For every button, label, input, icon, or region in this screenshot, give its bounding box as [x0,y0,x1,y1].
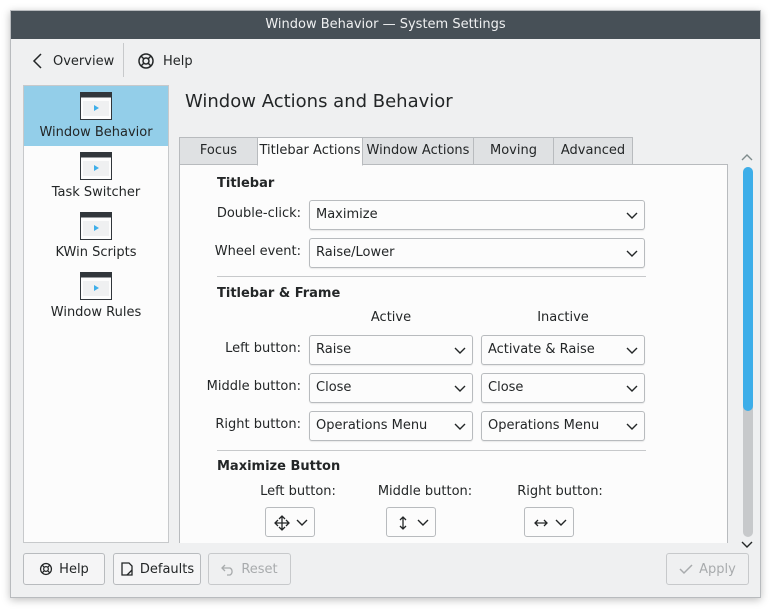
button-bar: Help Defaults Reset Apply [11,547,760,597]
lifebuoy-icon [138,53,154,69]
reset-button-label: Reset [241,561,278,577]
window-icon [80,272,112,300]
left-inactive-value: Activate & Raise [488,342,595,357]
apply-button[interactable]: Apply [666,553,749,585]
sidebar-item-label: Task Switcher [51,185,141,200]
window-icon [80,212,112,240]
window-title: Window Behavior — System Settings [265,17,506,32]
active-column-header: Active [370,310,412,325]
maximize-left-label: Left button: [260,484,336,499]
chevron-down-icon [626,212,638,219]
middle-button-active-select[interactable]: Close [309,373,473,403]
chevron-down-icon [626,385,638,392]
vertical-arrows-icon [399,516,407,530]
defaults-button[interactable]: Defaults [113,553,201,585]
double-click-select[interactable]: Maximize [309,200,645,230]
page-title: Window Actions and Behavior [185,91,453,112]
tab-moving[interactable]: Moving [473,137,554,165]
left-button-label: Left button: [225,341,301,356]
window-titlebar[interactable]: Window Behavior — System Settings [11,11,760,39]
titlebar-heading: Titlebar [217,176,275,191]
inactive-column-header: Inactive [537,310,589,325]
help-toolbar-button[interactable]: Help [131,45,199,77]
sidebar: Window Behavior Task Switcher KWin Scrip… [23,85,169,543]
sidebar-item-label: KWin Scripts [55,245,137,260]
sidebar-item-label: Window Behavior [39,125,153,140]
middle-inactive-value: Close [488,380,524,395]
scroll-up-arrow-icon[interactable] [740,151,754,163]
titlebar-frame-heading: Titlebar & Frame [217,286,341,301]
maximize-right-label: Right button: [517,484,603,499]
chevron-down-icon [417,519,429,526]
wheel-event-value: Raise/Lower [316,245,395,260]
help-toolbar-label: Help [163,53,193,69]
chevron-down-icon [454,347,466,354]
left-button-inactive-select[interactable]: Activate & Raise [481,335,645,365]
overview-button[interactable]: Overview [25,45,120,77]
checkmark-icon [679,564,693,575]
wheel-event-select[interactable]: Raise/Lower [309,238,645,268]
scrollbar-thumb[interactable] [743,167,753,411]
chevron-down-icon [296,519,308,526]
middle-active-value: Close [316,380,352,395]
sidebar-item-window-rules[interactable]: Window Rules [24,266,168,326]
tab-panel-titlebar-actions: Titlebar Double-click: Maximize Wheel ev… [179,164,728,543]
middle-button-label: Middle button: [206,379,301,394]
overview-label: Overview [53,53,115,69]
window-icon [80,152,112,180]
scrollbar-track[interactable] [743,167,753,537]
tab-window-actions[interactable]: Window Actions [362,137,474,165]
middle-button-inactive-select[interactable]: Close [481,373,645,403]
reset-button[interactable]: Reset [208,553,291,585]
chevron-down-icon [555,519,567,526]
double-click-value: Maximize [316,207,378,222]
tab-focus[interactable]: Focus [179,137,258,165]
move-both-arrows-icon [274,515,290,531]
window-icon [80,92,112,120]
section-divider [217,276,646,277]
lifebuoy-icon [40,562,53,576]
chevron-down-icon [626,250,638,257]
sidebar-item-kwin-scripts[interactable]: KWin Scripts [24,206,168,266]
tab-advanced[interactable]: Advanced [553,137,633,165]
back-arrow-icon [32,53,42,69]
apply-button-label: Apply [699,561,736,577]
chevron-down-icon [454,423,466,430]
maximize-left-select[interactable] [265,507,315,537]
right-button-inactive-select[interactable]: Operations Menu [481,411,645,441]
right-active-value: Operations Menu [316,418,428,433]
left-active-value: Raise [316,342,352,357]
undo-icon [221,564,234,576]
maximize-button-heading: Maximize Button [217,459,341,474]
horizontal-arrows-icon [534,519,548,527]
right-button-active-select[interactable]: Operations Menu [309,411,473,441]
sidebar-item-task-switcher[interactable]: Task Switcher [24,146,168,206]
double-click-label: Double-click: [216,206,301,221]
help-button-label: Help [59,561,89,577]
toolbar: Overview Help [11,39,760,83]
help-button[interactable]: Help [23,553,105,585]
sidebar-item-label: Window Rules [50,305,142,320]
main-content: Window Actions and Behavior Focus Titleb… [169,85,760,548]
toolbar-separator [123,43,124,77]
chevron-down-icon [626,423,638,430]
tab-titlebar-actions[interactable]: Titlebar Actions [257,137,363,166]
left-button-active-select[interactable]: Raise [309,335,473,365]
chevron-down-icon [626,347,638,354]
maximize-middle-select[interactable] [386,507,436,537]
document-icon [121,562,133,576]
sidebar-item-window-behavior[interactable]: Window Behavior [24,86,168,146]
right-button-label: Right button: [215,417,301,432]
chevron-down-icon [454,385,466,392]
defaults-button-label: Defaults [139,561,195,577]
settings-window: Window Behavior — System Settings Overvi… [10,10,761,598]
maximize-middle-label: Middle button: [377,484,473,499]
maximize-right-select[interactable] [524,507,574,537]
wheel-event-label: Wheel event: [214,244,301,259]
right-inactive-value: Operations Menu [488,418,600,433]
section-divider [217,450,646,451]
